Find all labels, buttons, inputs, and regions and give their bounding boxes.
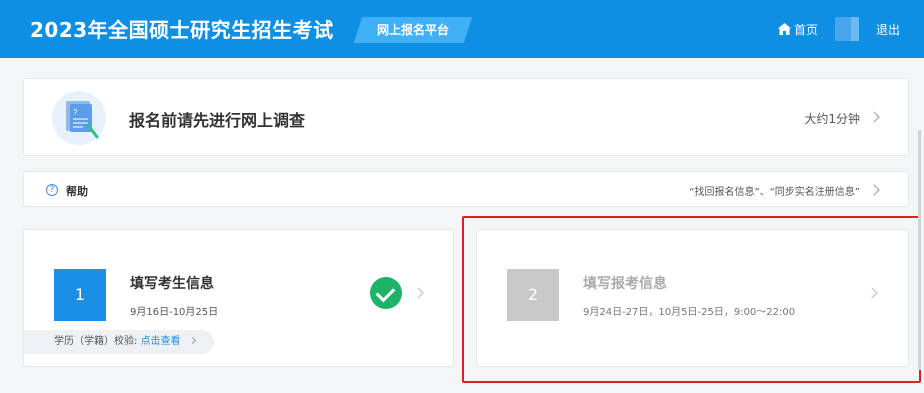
help-bar[interactable]: ? 帮助 “找回报名信息”、“同步实名注册信息” [23, 171, 909, 207]
document-survey-icon: ? [52, 91, 106, 145]
help-links[interactable]: “找回报名信息”、“同步实名注册信息” [689, 183, 860, 198]
chevron-right-icon [412, 287, 424, 299]
survey-duration: 大约1分钟 [804, 112, 860, 126]
survey-title: 报名前请先进行网上调查 [129, 111, 306, 130]
verify-view-link[interactable]: 点击查看 [141, 336, 181, 347]
help-label: 帮助 [66, 185, 88, 198]
avatar[interactable] [835, 17, 859, 41]
page-edge-shadow [918, 130, 921, 370]
page-title: 2023年全国硕士研究生招生考试 [30, 18, 334, 42]
step-card-fill-candidate-info[interactable]: 1 填写考生信息 9月16日-10月25日 学历（学籍）校验: 点击查看 [23, 229, 454, 367]
step-date: 9月16日-10月25日 [130, 307, 219, 318]
platform-badge: 网上报名平台 [376, 23, 449, 37]
top-header: 2023年全国硕士研究生招生考试 网上报名平台 首页 退出 [0, 0, 924, 58]
question-circle-icon: ? [46, 184, 58, 196]
check-circle-icon [370, 277, 402, 309]
home-label: 首页 [794, 22, 819, 37]
chevron-right-icon [868, 184, 880, 196]
chevron-right-icon [188, 336, 196, 345]
chevron-right-icon [868, 111, 880, 123]
svg-text:?: ? [73, 108, 78, 117]
step-title: 填写考生信息 [130, 276, 214, 292]
home-link[interactable]: 首页 [778, 20, 818, 38]
home-icon [778, 23, 791, 35]
education-verify-bar: 学历（学籍）校验: 点击查看 [24, 330, 214, 354]
survey-card[interactable]: ? 报名前请先进行网上调查 大约1分钟 [23, 78, 909, 156]
verify-label: 学历（学籍）校验: [54, 336, 138, 347]
logout-button[interactable]: 退出 [876, 21, 900, 38]
highlight-box [462, 216, 921, 383]
step-number: 1 [54, 269, 106, 321]
